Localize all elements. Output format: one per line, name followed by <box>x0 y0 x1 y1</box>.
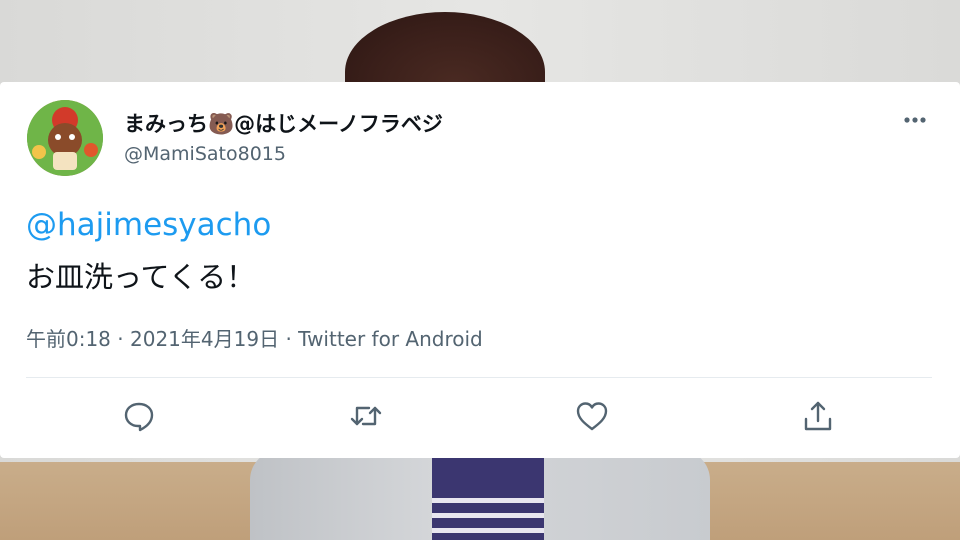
user-handle[interactable]: @MamiSato8015 <box>124 143 286 165</box>
avatar[interactable] <box>27 100 103 176</box>
tweet-meta: 午前0:18 · 2021年4月19日 · Twitter for Androi… <box>26 323 483 352</box>
share-button[interactable] <box>800 398 836 434</box>
video-frame: まみっち🐻@はじメーノフラベジ @MamiSato8015 @hajimesya… <box>0 0 960 540</box>
meta-separator: · <box>285 327 292 351</box>
reply-icon <box>124 402 154 432</box>
share-icon <box>804 401 832 431</box>
meta-separator: · <box>117 327 124 351</box>
like-button[interactable] <box>574 398 610 434</box>
tweet-source[interactable]: Twitter for Android <box>298 327 483 351</box>
more-horizontal-icon[interactable] <box>898 110 932 130</box>
mention-link[interactable]: @hajimesyacho <box>26 207 271 243</box>
avatar-image-icon <box>27 100 103 176</box>
retweet-icon <box>350 406 382 426</box>
display-name[interactable]: まみっち🐻@はじメーノフラベジ <box>124 108 443 138</box>
heart-icon <box>576 402 608 431</box>
tweet-date[interactable]: 2021年4月19日 <box>130 327 279 351</box>
tweet-text: お皿洗ってくる！ <box>26 260 256 294</box>
background-person-shirt <box>432 458 544 540</box>
divider <box>26 377 932 378</box>
retweet-button[interactable] <box>348 398 384 434</box>
tweet-time[interactable]: 午前0:18 <box>26 327 111 351</box>
reply-button[interactable] <box>121 398 157 434</box>
